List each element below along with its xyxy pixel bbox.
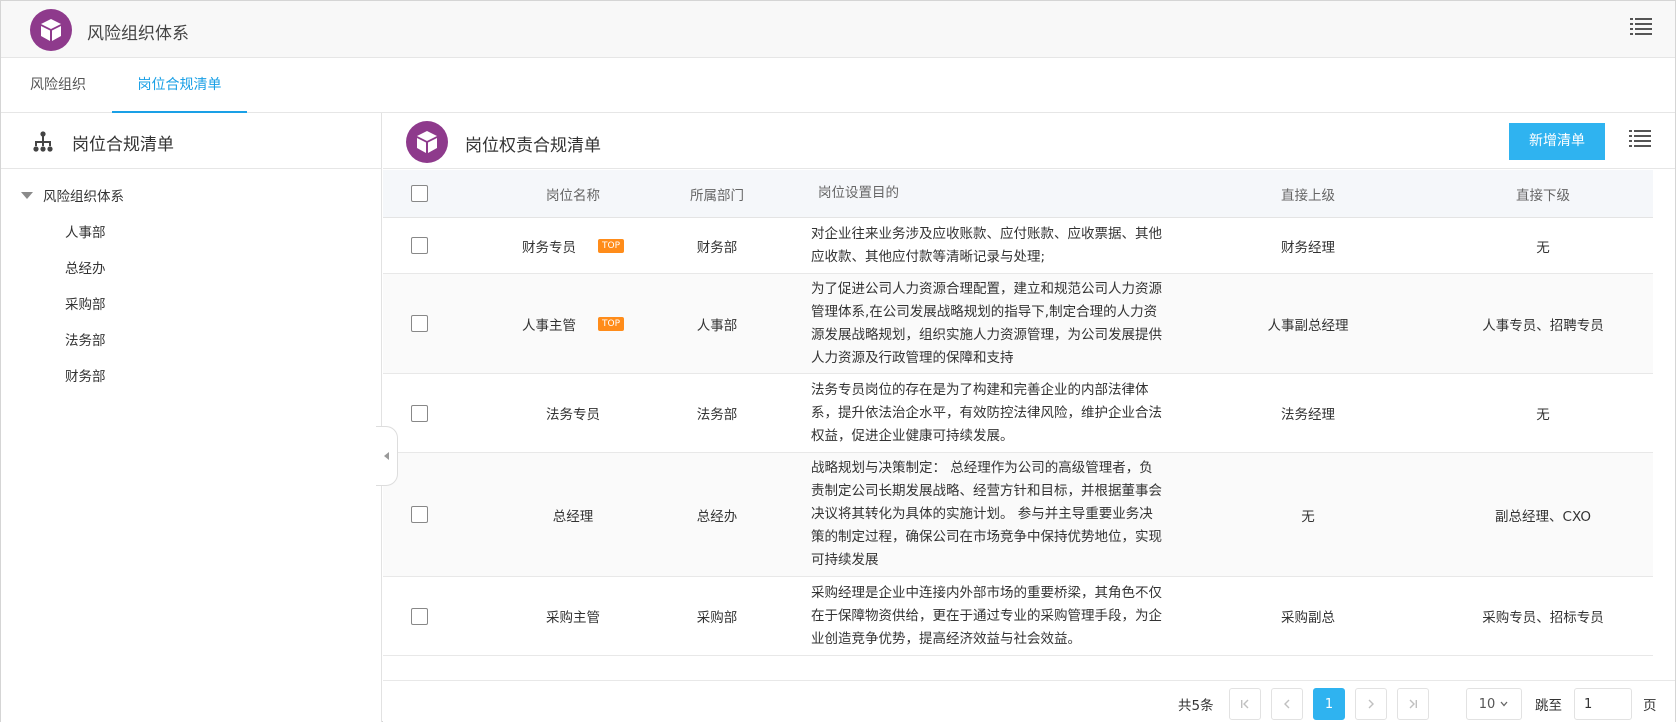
collapse-panel-handle[interactable] xyxy=(376,426,398,486)
table-row[interactable]: 法务专员 法务部 法务专员岗位的存在是为了构建和完善企业的内部法律体系，提升依法… xyxy=(383,374,1653,453)
page-size-value: 10 xyxy=(1478,696,1496,712)
tree-item-gm-office[interactable]: 总经办 xyxy=(65,257,106,277)
compliance-table: 岗位名称 所属部门 岗位设置目的 直接上级 直接下级 财务专员 TOP 财务部 对… xyxy=(383,170,1653,656)
first-page-icon xyxy=(1241,699,1249,709)
purpose-cell: 采购经理是企业中连接内外部市场的重要桥梁，其角色不仅在于保障物资供给，更在于通过… xyxy=(811,584,1162,647)
chevron-down-icon xyxy=(1500,701,1508,707)
select-all-checkbox[interactable] xyxy=(410,185,428,202)
add-list-button[interactable]: 新增清单 xyxy=(1509,123,1605,160)
right-panel: 岗位权责合规清单 新增清单 岗位名称 所属部门 岗位设置目的 直接上级 直接下级 xyxy=(383,113,1675,722)
subordinate-cell: 副总经理、CXO xyxy=(1495,508,1591,525)
next-page-button[interactable] xyxy=(1355,688,1387,720)
table-row[interactable]: 总经理 总经办 战略规划与决策制定： 总经理作为公司的高级管理者，负责制定公司长… xyxy=(383,453,1653,577)
last-page-icon xyxy=(1409,699,1417,709)
chevron-left-icon xyxy=(384,452,389,460)
col-header-superior: 直接上级 xyxy=(1281,187,1335,204)
col-header-purpose: 岗位设置目的 xyxy=(818,185,899,201)
purpose-cell: 为了促进公司人力资源合理配置，建立和规范公司人力资源管理体系,在公司发展战略规划… xyxy=(811,280,1162,366)
superior-cell: 采购副总 xyxy=(1281,610,1335,626)
row-checkbox[interactable] xyxy=(410,506,428,523)
superior-cell: 法务经理 xyxy=(1281,407,1335,423)
tab-risk-org[interactable]: 风险组织 xyxy=(21,58,95,113)
tree-root-label: 风险组织体系 xyxy=(43,189,124,205)
subordinate-cell: 人事专员、招聘专员 xyxy=(1482,317,1604,334)
app-title: 风险组织体系 xyxy=(87,24,189,44)
table-row[interactable]: 人事主管 TOP 人事部 为了促进公司人力资源合理配置，建立和规范公司人力资源管理… xyxy=(383,274,1653,374)
right-panel-header: 岗位权责合规清单 新增清单 xyxy=(383,113,1675,169)
list-menu-icon[interactable] xyxy=(1630,17,1652,35)
dept-cell: 采购部 xyxy=(696,610,738,626)
table-row[interactable]: 财务专员 TOP 财务部 对企业往来业务涉及应收账款、应付账款、应收票据、其他应收… xyxy=(383,218,1653,274)
app-header: 风险组织体系 xyxy=(1,1,1675,58)
dept-cell: 人事部 xyxy=(696,317,738,334)
superior-cell: 财务经理 xyxy=(1281,239,1335,256)
tab-bar: 风险组织 岗位合规清单 xyxy=(1,58,1675,113)
purpose-cell: 法务专员岗位的存在是为了构建和完善企业的内部法律体系，提升依法治企水平，有效防控… xyxy=(811,381,1162,444)
col-header-dept: 所属部门 xyxy=(690,187,744,204)
dept-cell: 法务部 xyxy=(696,407,738,423)
superior-cell: 无 xyxy=(1301,508,1315,525)
row-checkbox[interactable] xyxy=(410,607,428,625)
page-number-button[interactable]: 1 xyxy=(1313,688,1345,720)
prev-page-button[interactable] xyxy=(1271,688,1303,720)
top-badge: TOP xyxy=(597,316,624,331)
list-menu-icon[interactable] xyxy=(1629,129,1651,147)
page-unit-label: 页 xyxy=(1643,698,1657,714)
left-panel-header: 岗位合规清单 xyxy=(1,113,381,169)
total-count: 共5条 xyxy=(1178,698,1214,714)
post-name: 人事主管 xyxy=(521,317,576,334)
col-header-name: 岗位名称 xyxy=(546,187,600,204)
subordinate-cell: 无 xyxy=(1536,239,1550,256)
first-page-button[interactable] xyxy=(1229,688,1261,720)
app-logo xyxy=(30,9,72,51)
post-name: 采购主管 xyxy=(546,610,600,626)
org-chart-icon xyxy=(33,131,53,152)
subordinate-cell: 采购专员、招标专员 xyxy=(1482,610,1604,626)
col-header-subordinate: 直接下级 xyxy=(1516,187,1570,204)
tree-root[interactable]: 风险组织体系 xyxy=(21,185,124,205)
table-row[interactable]: 采购主管 采购部 采购经理是企业中连接内外部市场的重要桥梁，其角色不仅在于保障物… xyxy=(383,577,1653,656)
left-panel-title: 岗位合规清单 xyxy=(72,135,174,155)
dept-cell: 总经办 xyxy=(696,508,738,525)
cube-icon xyxy=(41,19,61,41)
chevron-right-icon xyxy=(1368,699,1374,709)
tree-item-legal[interactable]: 法务部 xyxy=(65,329,106,349)
subordinate-cell: 无 xyxy=(1536,407,1550,423)
row-checkbox[interactable] xyxy=(410,315,428,332)
purpose-cell: 战略规划与决策制定： 总经理作为公司的高级管理者，负责制定公司长期发展战略、经营… xyxy=(811,460,1162,568)
pagination: 共5条 1 10 跳至 页 xyxy=(383,680,1675,722)
tree-item-hr[interactable]: 人事部 xyxy=(65,221,106,241)
tree-item-purchasing[interactable]: 采购部 xyxy=(65,293,106,313)
caret-down-icon[interactable] xyxy=(21,191,33,199)
purpose-cell: 对企业往来业务涉及应收账款、应付账款、应收票据、其他应收款、其他应付款等清晰记录… xyxy=(811,225,1162,265)
panel-logo xyxy=(406,121,448,163)
chevron-left-icon xyxy=(1284,699,1290,709)
right-panel-title: 岗位权责合规清单 xyxy=(465,136,601,156)
top-badge: TOP xyxy=(597,238,624,253)
tree-item-finance[interactable]: 财务部 xyxy=(65,365,106,385)
post-name: 财务专员 xyxy=(521,239,576,256)
dept-cell: 财务部 xyxy=(696,239,738,256)
jump-to-label: 跳至 xyxy=(1535,698,1562,714)
row-checkbox[interactable] xyxy=(410,404,428,422)
table-header-row: 岗位名称 所属部门 岗位设置目的 直接上级 直接下级 xyxy=(383,170,1653,218)
cube-icon xyxy=(417,131,437,153)
last-page-button[interactable] xyxy=(1397,688,1429,720)
tab-post-compliance-list[interactable]: 岗位合规清单 xyxy=(112,58,247,113)
post-name: 总经理 xyxy=(552,508,594,525)
superior-cell: 人事副总经理 xyxy=(1267,317,1349,334)
page-size-select[interactable]: 10 xyxy=(1466,688,1522,720)
post-name: 法务专员 xyxy=(546,407,600,423)
app-window: 风险组织体系 风险组织 岗位合规清单 岗位合规清单 风险组织体系 人事部 总经办… xyxy=(0,0,1676,722)
jump-page-input[interactable] xyxy=(1574,688,1632,720)
row-checkbox[interactable] xyxy=(410,237,428,254)
left-panel: 岗位合规清单 风险组织体系 人事部 总经办 采购部 法务部 财务部 xyxy=(1,113,382,722)
